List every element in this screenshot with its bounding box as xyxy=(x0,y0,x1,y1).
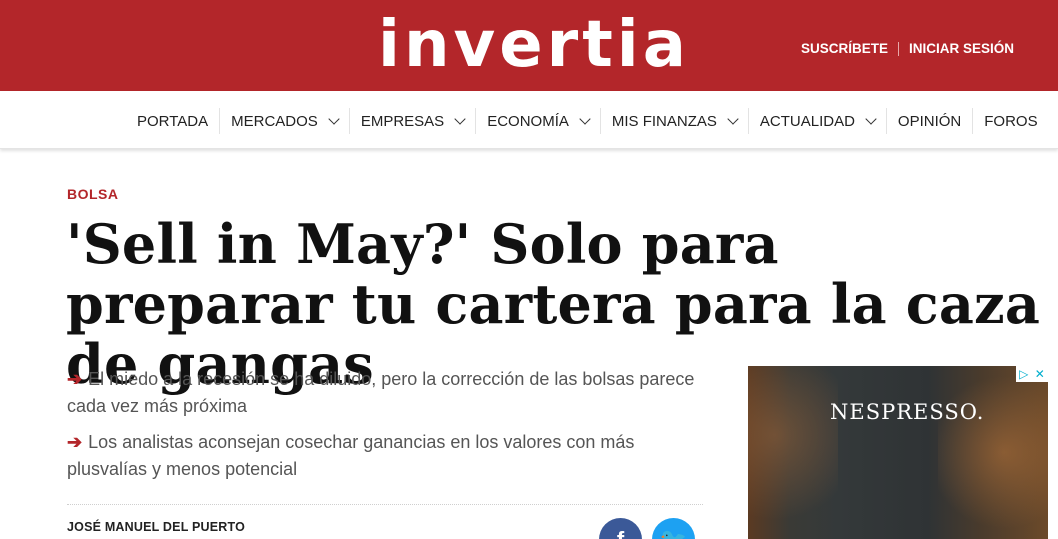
close-icon[interactable]: ✕ xyxy=(1035,366,1045,382)
adchoices-badge[interactable]: ▷ ✕ xyxy=(1016,366,1048,382)
adchoices-icon: ▷ xyxy=(1019,367,1029,381)
nav-item-label: ECONOMÍA xyxy=(487,112,569,130)
summary-item: ➔ Los analistas aconsejan cosechar gananc… xyxy=(67,429,707,483)
nav-item-mercados[interactable]: MERCADOS xyxy=(219,108,349,134)
summary-item: ➔ El miedo a la recesión se ha diluido, p… xyxy=(67,366,707,420)
nav-item-label: ACTUALIDAD xyxy=(759,112,855,130)
ad-brand-logo: NESPRESSO. xyxy=(830,400,985,424)
chevron-down-icon xyxy=(727,112,739,125)
summary-text: El miedo a la recesión se ha diluido, pe… xyxy=(67,369,695,416)
article-author[interactable]: JOSÉ MANUEL DEL PUERTO xyxy=(67,520,245,534)
twitter-share-button[interactable]: 🐦 xyxy=(652,518,695,539)
section-kicker[interactable]: BOLSA xyxy=(67,186,119,202)
subscribe-link[interactable]: SUSCRÍBETE xyxy=(801,41,888,56)
article-summary: ➔ El miedo a la recesión se ha diluido, p… xyxy=(67,366,707,492)
nav-item-mis-finanzas[interactable]: MIS FINANZAS xyxy=(599,108,748,134)
site-header: invertia SUSCRÍBETE INICIAR SESIÓN xyxy=(0,0,1058,91)
chevron-down-icon xyxy=(579,112,591,125)
divider xyxy=(67,504,703,505)
twitter-icon: 🐦 xyxy=(660,527,687,539)
nav-item-opinion[interactable]: OPINIÓN xyxy=(885,108,972,134)
nav-item-actualidad[interactable]: ACTUALIDAD xyxy=(747,108,886,134)
chevron-down-icon xyxy=(454,112,466,125)
advertisement-banner[interactable]: NESPRESSO. xyxy=(748,366,1048,539)
arrow-right-icon: ➔ xyxy=(67,432,83,452)
nav-item-label: MERCADOS xyxy=(231,112,318,130)
site-logo[interactable]: invertia xyxy=(378,6,728,84)
nav-item-label: OPINIÓN xyxy=(897,112,962,130)
nav-item-label: PORTADA xyxy=(137,112,209,130)
login-link[interactable]: INICIAR SESIÓN xyxy=(909,41,1014,56)
ad-background-light xyxy=(748,366,838,539)
main-nav: PORTADA MERCADOS EMPRESAS ECONOMÍA MIS F… xyxy=(0,91,1058,149)
summary-text: Los analistas aconsejan cosechar gananci… xyxy=(67,432,635,479)
nav-item-empresas[interactable]: EMPRESAS xyxy=(348,108,475,134)
chevron-down-icon xyxy=(865,112,877,125)
nav-item-economia[interactable]: ECONOMÍA xyxy=(475,108,600,134)
arrow-right-icon: ➔ xyxy=(67,369,83,389)
nav-item-label: EMPRESAS xyxy=(360,112,445,130)
nav-item-foros[interactable]: FOROS xyxy=(972,108,1048,134)
auth-links: SUSCRÍBETE INICIAR SESIÓN xyxy=(801,41,1014,56)
facebook-icon: f xyxy=(617,527,624,539)
auth-divider xyxy=(897,41,899,56)
nav-item-label: MIS FINANZAS xyxy=(611,112,717,130)
facebook-share-button[interactable]: f xyxy=(599,518,642,539)
nav-item-portada[interactable]: PORTADA xyxy=(126,108,219,134)
chevron-down-icon xyxy=(328,112,340,125)
ad-background-light xyxy=(938,366,1048,539)
nav-item-label: FOROS xyxy=(984,112,1038,130)
